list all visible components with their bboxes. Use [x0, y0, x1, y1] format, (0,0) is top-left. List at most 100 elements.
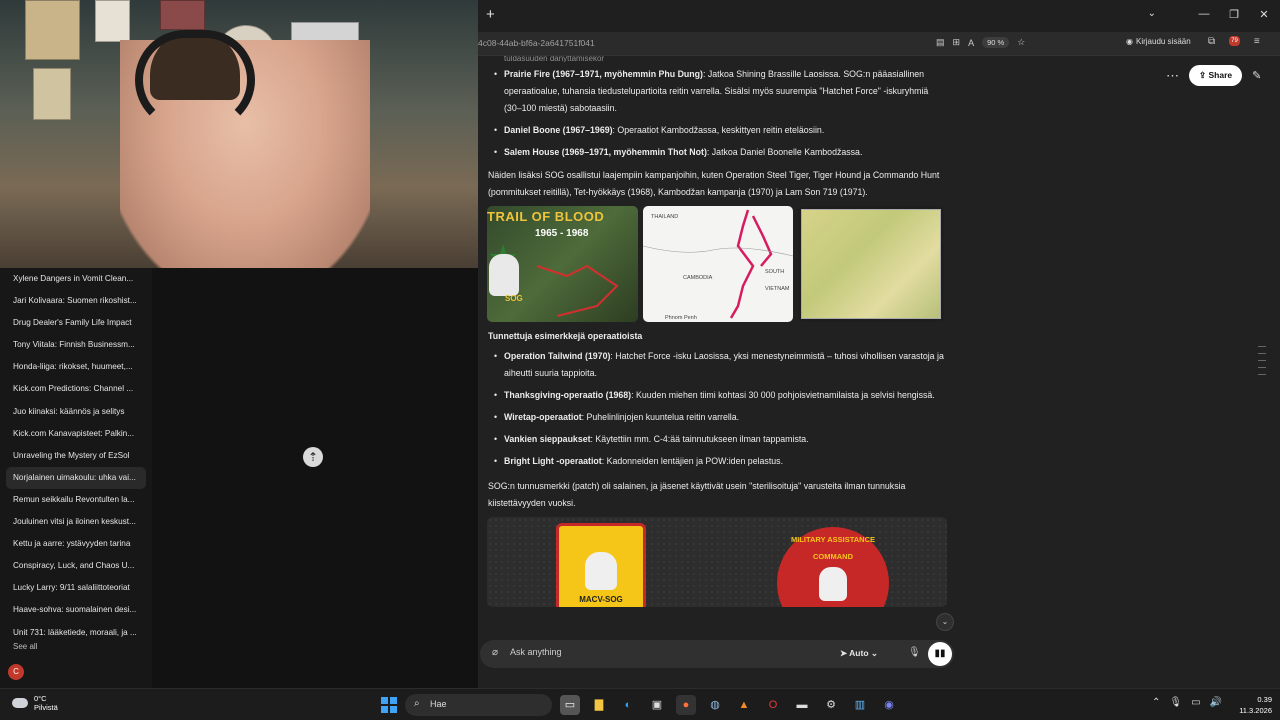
chat-history-item[interactable]: Jouluinen vitsi ja iloinen keskust... [6, 511, 146, 533]
sog-logo-text: SOG [505, 294, 523, 303]
url-field[interactable]: 4c08-44ab-bf6a-2a641751f041 [478, 38, 595, 48]
clock[interactable]: 0.39 11.3.2026 [1228, 694, 1272, 716]
menu-icon[interactable]: ≡ [1254, 36, 1260, 47]
trail-of-blood-image[interactable]: TRAIL OF BLOOD 1965 - 1968 ★ SOG [487, 206, 638, 322]
patch-text: MACV-SOG [579, 595, 623, 604]
time: 0.39 [1257, 695, 1272, 704]
chat-history-item[interactable]: Drug Dealer's Family Life Impact [6, 312, 146, 334]
display-icon[interactable]: ▭ [1191, 697, 1200, 708]
patch-ring-text: MILITARY ASSISTANCE COMMAND [790, 535, 876, 561]
microphone-icon[interactable]: 🎙 [908, 647, 921, 658]
operations-list: Prairie Fire (1967–1971, myöhemmin Phu D… [488, 66, 948, 161]
maximize-icon[interactable]: ❐ [1224, 8, 1244, 21]
edge-icon[interactable]: ◐ [618, 695, 638, 715]
taskbar-apps: ▭ ▇ ◐ ▣ ● ◍ ▲ O ▬ ⚙ ▥ ◉ [560, 695, 899, 715]
operation-description: : Käytettiin mm. C-4:ää tainnutukseen il… [590, 434, 809, 444]
topo-map [801, 209, 941, 319]
chat-history-item[interactable]: Unraveling the Mystery of EzSol [6, 445, 146, 467]
zoom-badge[interactable]: 90 % [982, 37, 1010, 48]
chat-history-item[interactable]: Juo kiinaksi: käännös ja selitys [6, 401, 146, 423]
patch-image[interactable]: MACV-SOG MILITARY ASSISTANCE COMMAND [487, 517, 947, 607]
volume-icon[interactable]: 🔊 [1210, 697, 1222, 708]
chevron-down-icon[interactable]: ⌄ [1148, 8, 1156, 19]
opera-icon[interactable]: O [763, 695, 783, 715]
chat-history-item[interactable]: Unit 731: lääketiede, moraali, ja ... [6, 622, 146, 644]
scroll-to-bottom-button[interactable]: ⌄ [936, 613, 954, 631]
more-options-icon[interactable]: ⋯ [1166, 68, 1179, 84]
operation-description: : Kadonneiden lentäjien ja POW:iden pela… [601, 456, 784, 466]
translate-icon[interactable]: A [968, 38, 974, 48]
reader-mode-icon[interactable]: ▤ [936, 37, 945, 48]
cloud-icon [12, 698, 28, 708]
avatar[interactable]: C [8, 664, 24, 680]
trail-map-image[interactable]: THAILAND CAMBODIA SOUTH VIETNAM Phnom Pe… [643, 206, 793, 322]
list-item: Vankien sieppaukset: Käytettiin mm. C-4:… [494, 431, 948, 448]
see-all-link[interactable]: See all [13, 642, 37, 651]
map-route [643, 209, 793, 319]
taskbar-search[interactable]: ⌕ Hae [405, 694, 552, 716]
chat-history-item[interactable]: Norjalainen uimakoulu: uhka vai... [6, 466, 146, 489]
operation-description: : Kuuden miehen tiimi kohtasi 30 000 poh… [631, 390, 935, 400]
chat-history-item[interactable]: Haave-sohva: suomalainen desi... [6, 599, 146, 621]
extension-badge[interactable]: 79 [1229, 36, 1240, 46]
chat-history-item[interactable]: Xylene Dangers in Vomit Clean... [6, 268, 146, 290]
windows-start-icon[interactable] [381, 697, 397, 713]
notepad-icon[interactable]: ▥ [850, 695, 870, 715]
paperclip-icon[interactable]: ⌀ [492, 647, 498, 658]
list-item: Operation Tailwind (1970): Hatchet Force… [494, 348, 948, 382]
chat-input[interactable] [510, 647, 810, 657]
list-item: Bright Light -operaatiot: Kadonneiden le… [494, 453, 948, 470]
chat-history-item[interactable]: Kettu ja aarre: ystävyyden tarina [6, 533, 146, 555]
chat-history-sidebar: Xylene Dangers in Vomit Clean... Jari Kol… [0, 268, 152, 688]
operation-description: : Jatkoa Daniel Boonelle Kambodžassa. [706, 147, 863, 157]
wall-poster [25, 0, 80, 60]
steam-icon[interactable]: ◍ [705, 695, 725, 715]
install-app-icon[interactable]: ⊞ [953, 37, 961, 48]
operation-name: Wiretap-operaatiot [504, 412, 582, 422]
extensions-icon[interactable]: ⧉ [1208, 36, 1215, 47]
chat-history-item[interactable]: Kick.com Predictions: Channel ... [6, 378, 146, 400]
chat-history-item[interactable]: Jari Kolivaara: Suomen rikoshist... [6, 290, 146, 312]
date: 11.3.2026 [1239, 706, 1272, 715]
signin-button[interactable]: ◉ Kirjaudu sisään [1126, 37, 1191, 46]
operation-name: Thanksgiving-operaatio (1968) [504, 390, 632, 400]
voice-mode-button[interactable]: ▮▮ [928, 642, 952, 666]
task-view-icon[interactable]: ▭ [560, 695, 580, 715]
operation-description: : Operaatiot Kambodžassa, keskittyen rei… [612, 125, 825, 135]
chevron-up-icon[interactable]: ⌃ [1152, 697, 1160, 708]
chat-history-item[interactable]: Lucky Larry: 9/11 salaliittoteoriat [6, 577, 146, 599]
operation-name: Vankien sieppaukset [504, 434, 591, 444]
topographic-map-image[interactable] [798, 206, 944, 322]
chat-history-item[interactable]: Remun seikkailu Revontulten la... [6, 489, 146, 511]
microphone-tray-icon[interactable]: 🎙 [1169, 697, 1182, 708]
chat-history-item[interactable]: Honda-liiga: rikokset, huumeet,... [6, 356, 146, 378]
chat-history-item[interactable]: Kick.com Kanavapisteet: Palkin... [6, 423, 146, 445]
settings-gear-icon[interactable]: ⚙ [821, 695, 841, 715]
chat-history-item[interactable]: Tony Viitala: Finnish Businessm... [6, 334, 146, 356]
terminal-icon[interactable]: ▬ [792, 695, 812, 715]
trail-route [536, 264, 619, 317]
weather-widget[interactable]: 0°C Pilvistä [12, 694, 58, 712]
vlc-icon[interactable]: ▲ [734, 695, 754, 715]
scroll-up-icon[interactable]: ⇡ [303, 447, 323, 467]
share-button[interactable]: ⇪ Share [1189, 65, 1243, 86]
conversation-minimap[interactable] [1258, 346, 1268, 381]
discord-icon[interactable]: ◉ [879, 695, 899, 715]
operation-name: Salem House (1969–1971, myöhemmin Thot N… [504, 147, 707, 157]
new-tab-button[interactable]: + [486, 6, 495, 23]
chat-history-item[interactable]: Conspiracy, Luck, and Chaos U... [6, 555, 146, 577]
firefox-icon[interactable]: ● [676, 695, 696, 715]
skull-icon [819, 567, 847, 601]
close-icon[interactable]: ✕ [1254, 8, 1274, 21]
new-chat-icon[interactable]: ✎ [1252, 69, 1261, 82]
operation-name: Operation Tailwind (1970) [504, 351, 611, 361]
wall-poster [95, 0, 130, 42]
chat-history-list: Xylene Dangers in Vomit Clean... Jari Kol… [6, 268, 146, 644]
list-item: Salem House (1969–1971, myöhemmin Thot N… [494, 144, 948, 161]
favorite-star-icon[interactable]: ☆ [1017, 37, 1025, 48]
store-icon[interactable]: ▣ [647, 695, 667, 715]
extensions-area: ⧉ 79 ≡ [1208, 36, 1260, 47]
model-mode-select[interactable]: ➤ Auto ⌄ [840, 648, 878, 659]
file-explorer-icon[interactable]: ▇ [589, 695, 609, 715]
minimize-icon[interactable]: — [1194, 8, 1214, 20]
